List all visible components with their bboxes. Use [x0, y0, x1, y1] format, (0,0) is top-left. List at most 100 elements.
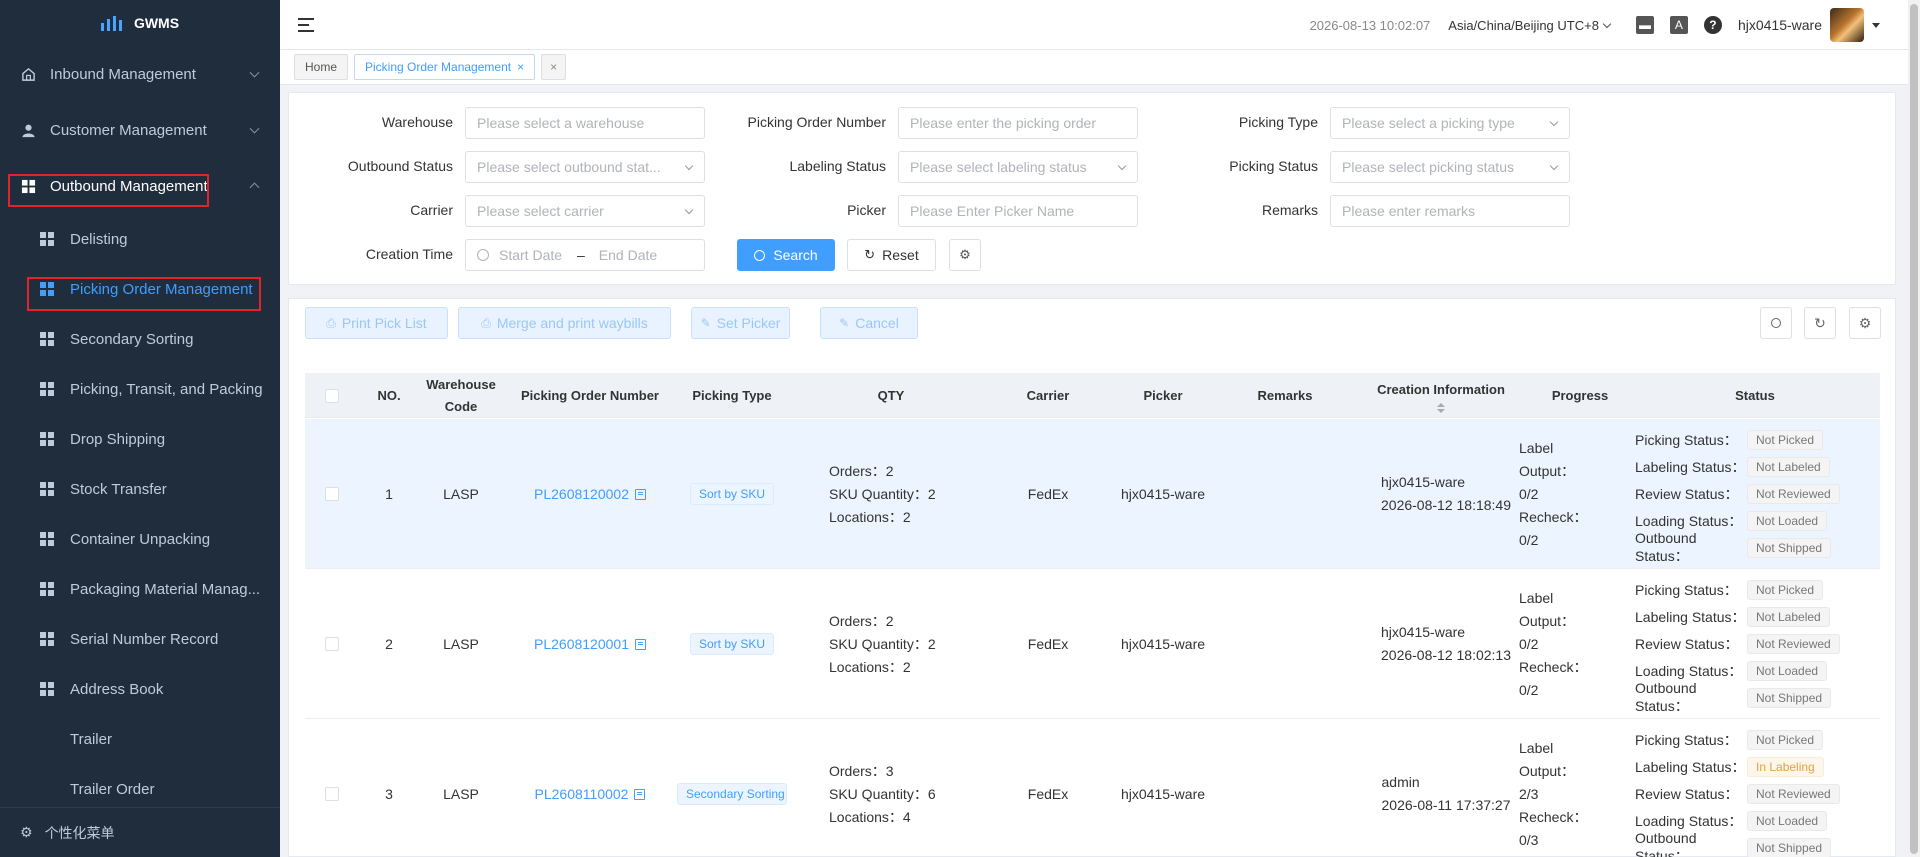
creation-time-range[interactable]: Start Date – End Date	[465, 239, 705, 271]
close-all-tabs-button[interactable]: ×	[541, 54, 567, 80]
placeholder: Please select outbound stat...	[477, 159, 661, 175]
status-badge: Not Picked	[1747, 730, 1824, 751]
select-all-checkbox[interactable]	[325, 388, 339, 403]
translate-icon[interactable]: A	[1669, 16, 1688, 34]
toggle-search-button[interactable]	[1760, 307, 1792, 339]
filter-settings-button[interactable]: ⚙	[949, 239, 981, 271]
sort-icon[interactable]	[1437, 402, 1445, 413]
page-scrollbar[interactable]	[1908, 0, 1920, 857]
start-date-placeholder: Start Date	[499, 247, 563, 263]
menu-toggle-icon[interactable]	[298, 17, 314, 32]
search-button[interactable]: Search	[737, 239, 835, 271]
placeholder: Please Enter Picker Name	[910, 203, 1075, 219]
picker-input[interactable]: Please Enter Picker Name	[898, 195, 1138, 227]
sidebar-item-label: Drop Shipping	[70, 430, 166, 448]
column-settings-button[interactable]: ⚙	[1849, 307, 1881, 339]
picking-order-link[interactable]: PL2608120001	[534, 636, 646, 652]
copy-icon[interactable]	[634, 788, 646, 800]
grid-icon	[40, 232, 54, 246]
sidebar-subitem-delisting[interactable]: Delisting	[0, 214, 280, 264]
placeholder: Please select a picking type	[1342, 115, 1515, 131]
username[interactable]: hjx0415-ware	[1738, 17, 1822, 33]
remarks-cell	[1225, 419, 1345, 569]
tab-home[interactable]: Home	[294, 54, 349, 80]
sidebar-item-customer[interactable]: Customer Management	[0, 102, 280, 158]
sidebar-subitem-packaging-material[interactable]: Packaging Material Manag...	[0, 564, 280, 614]
grid-icon	[40, 432, 54, 446]
row-checkbox[interactable]	[325, 487, 339, 501]
print-pick-list-button[interactable]: ⎙ Print Pick List	[305, 307, 448, 339]
app-name: GWMS	[133, 15, 180, 31]
button-label: Merge and print waybills	[496, 315, 648, 331]
close-icon[interactable]: ×	[517, 60, 524, 74]
picking-status-label: Picking Status	[1229, 158, 1318, 174]
copy-icon[interactable]	[635, 638, 646, 650]
order-number: PL2608120002	[534, 486, 629, 502]
edit-icon: ✎	[839, 316, 850, 330]
avatar[interactable]	[1830, 8, 1864, 42]
creator: admin	[1381, 774, 1420, 790]
creation-info-header[interactable]: Creation Information	[1345, 373, 1537, 418]
sidebar-item-label: Serial Number Record	[70, 630, 219, 648]
row-checkbox[interactable]	[325, 637, 339, 651]
row-checkbox[interactable]	[325, 787, 339, 801]
timezone-selector[interactable]: Asia/China/Beijing UTC+8	[1448, 18, 1612, 33]
set-picker-button[interactable]: ✎ Set Picker	[691, 307, 790, 339]
placeholder: Please select carrier	[477, 203, 604, 219]
sidebar-subitem-trailer[interactable]: Trailer	[0, 714, 280, 764]
carrier-select[interactable]: Please select carrier	[465, 195, 705, 227]
placeholder: Please select labeling status	[910, 159, 1087, 175]
sidebar-subitem-drop-shipping[interactable]: Drop Shipping	[0, 414, 280, 464]
table-row[interactable]: 3 LASP PL2608110002 Secondary Sorting Or…	[305, 719, 1880, 857]
table-row[interactable]: 1 LASP PL2608120002 Sort by SKU Orders：2…	[305, 419, 1880, 569]
sidebar-subitem-serial-number[interactable]: Serial Number Record	[0, 614, 280, 664]
tab-picking-order[interactable]: Picking Order Management ×	[354, 54, 536, 80]
picking-status-select[interactable]: Please select picking status	[1330, 151, 1570, 183]
grid-icon	[40, 682, 54, 696]
sidebar-subitem-picking-transit[interactable]: Picking, Transit, and Packing	[0, 364, 280, 414]
labeling-status-select[interactable]: Please select labeling status	[898, 151, 1138, 183]
message-icon[interactable]: ▬	[1635, 16, 1654, 34]
reset-button[interactable]: ↻ Reset	[847, 239, 936, 271]
progress-text: Output：	[1519, 762, 1576, 779]
merge-print-waybills-button[interactable]: ⎙ Merge and print waybills	[458, 307, 671, 339]
button-label: Cancel	[855, 315, 899, 331]
table-row[interactable]: 2 LASP PL2608120001 Sort by SKU Orders：2…	[305, 569, 1880, 719]
grid-icon	[40, 532, 54, 546]
help-icon[interactable]: ?	[1703, 16, 1722, 34]
column-header: Picking Order Number	[521, 387, 659, 403]
progress-text: 0/2	[1519, 485, 1539, 502]
remarks-input[interactable]: Please enter remarks	[1330, 195, 1570, 227]
warehouse-select[interactable]: Please select a warehouse	[465, 107, 705, 139]
copy-icon[interactable]	[635, 488, 646, 500]
picking-order-link[interactable]: PL2608120002	[534, 486, 646, 502]
placeholder: Please select picking status	[1342, 159, 1514, 175]
refresh-button[interactable]: ↻	[1804, 307, 1836, 339]
column-header: Picking Type	[692, 387, 772, 403]
qty-sku: SKU Quantity：6	[829, 785, 936, 802]
tab-label: Picking Order Management	[365, 60, 512, 74]
picking-order-number-input[interactable]: Please enter the picking order	[898, 107, 1138, 139]
caret-down-icon[interactable]	[1872, 22, 1880, 28]
sidebar-subitem-address-book[interactable]: Address Book	[0, 664, 280, 714]
app-logo[interactable]: GWMS	[0, 0, 280, 46]
progress-text: Label	[1519, 439, 1554, 456]
picking-order-link[interactable]: PL2608110002	[535, 786, 646, 802]
status-label: Review Status：	[1635, 485, 1739, 502]
grid-icon	[40, 582, 54, 596]
cancel-button[interactable]: ✎ Cancel	[820, 307, 918, 339]
sidebar-subitem-secondary-sorting[interactable]: Secondary Sorting	[0, 314, 280, 364]
sidebar-subitem-container-unpacking[interactable]: Container Unpacking	[0, 514, 280, 564]
grid-icon	[40, 332, 54, 346]
search-button-label: Search	[773, 247, 818, 263]
progress-text: Output：	[1519, 462, 1576, 479]
carrier-cell: FedEx	[1027, 486, 1069, 502]
picking-type-select[interactable]: Please select a picking type	[1330, 107, 1570, 139]
sidebar-item-inbound[interactable]: Inbound Management	[0, 46, 280, 102]
progress-text: 0/2	[1519, 681, 1539, 698]
custom-menu-button[interactable]: ⚙ 个性化菜单	[0, 807, 280, 857]
progress-text: 0/2	[1519, 635, 1539, 652]
picking-type-tag: Sort by SKU	[689, 483, 775, 505]
sidebar-subitem-stock-transfer[interactable]: Stock Transfer	[0, 464, 280, 514]
outbound-status-select[interactable]: Please select outbound stat...	[465, 151, 705, 183]
